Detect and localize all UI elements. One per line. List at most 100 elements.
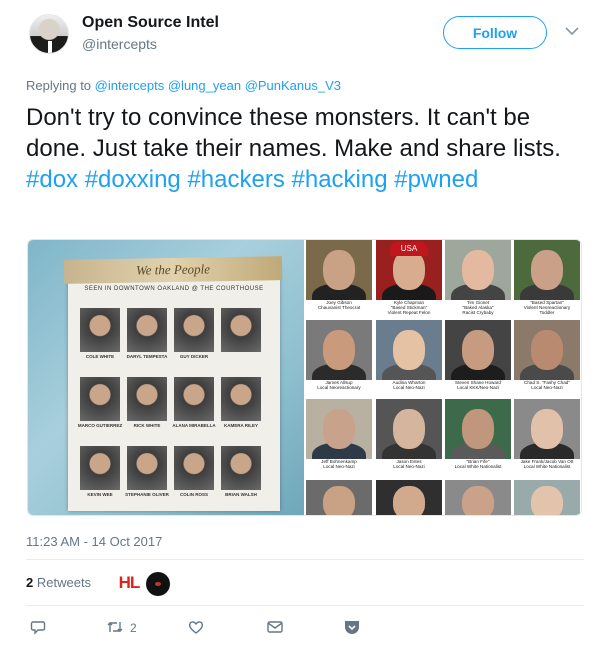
chevron-down-icon[interactable]	[563, 22, 581, 40]
mugshot-caption: Kyle Chapman "Based Stickman" Violent Repe…	[376, 300, 442, 316]
mugshot-cell: Audina Wharton Local Neo-Nazi	[376, 320, 442, 394]
poster-mugshot	[221, 308, 261, 352]
retweet-icon	[106, 619, 124, 638]
poster-banner: We the People	[63, 256, 283, 284]
mugshot-caption: Audina Wharton Local Neo-Nazi	[376, 380, 442, 394]
retweeter-avatar[interactable]	[146, 572, 170, 596]
poster-mugshot	[221, 446, 261, 490]
mugshot-cell: "Based Spartan" Violent Neoreactionary Tod…	[514, 240, 580, 316]
poster-mugshot	[80, 377, 120, 421]
poster-mugshot-label: GUY DICKER	[179, 354, 209, 359]
poster-mugshot	[80, 446, 120, 490]
face	[531, 250, 563, 290]
face	[462, 486, 494, 515]
poster-mugshot	[174, 377, 214, 421]
mention-link[interactable]: @PunKanus_V3	[245, 78, 341, 93]
mugshot-photo	[376, 320, 442, 380]
reply-prefix: Replying to	[26, 78, 92, 93]
mugshot-photo	[514, 240, 580, 300]
author-avatar[interactable]	[29, 14, 69, 54]
timestamp[interactable]: 11:23 AM - 14 Oct 2017	[26, 534, 162, 549]
mugshot-caption: Steven Shane Howard Local KKK/Neo-Nazi	[445, 380, 511, 394]
caption-line: Local Neoreactionary	[317, 385, 361, 391]
mugshot-caption: "Brian Fife" Local White Nationalist	[445, 459, 511, 473]
mugshot-caption: Jason Estes Local Neo-Nazi	[376, 459, 442, 473]
retweeter-avatar[interactable]: HL	[117, 571, 141, 595]
face	[462, 330, 494, 370]
face	[393, 409, 425, 449]
face	[462, 409, 494, 449]
envelope-icon	[266, 619, 284, 638]
mugshot-photo	[306, 240, 372, 300]
mugshot-caption: Jake Frank/Jacob Van Ott Local White Nati…	[514, 459, 580, 473]
caption-line: Local White Nationalist	[454, 464, 502, 470]
tweet-body: Don't try to convince these monsters. It…	[26, 104, 561, 162]
mugshot-cell: Jake Frank/Jacob Van Ott Local White Nati…	[514, 399, 580, 473]
poster-mugshot-label: KAMERA RILEY	[223, 423, 259, 428]
mugshot-caption: Joey Gibson Chauvanist Theocrat	[306, 300, 372, 314]
mugshot-photo	[445, 240, 511, 300]
divider	[26, 605, 584, 606]
save-button[interactable]	[343, 618, 361, 638]
face	[323, 250, 355, 290]
mugshot-caption: Tim Gionet "Baked Alaska" Racist Crybaby	[445, 300, 511, 316]
follow-button[interactable]: Follow	[443, 16, 547, 49]
retweet-count: 2	[26, 575, 34, 590]
mugshot-photo-partial	[445, 480, 511, 515]
like-button[interactable]	[188, 618, 204, 638]
poster-mugshot	[127, 446, 167, 490]
mugshot-photo-partial	[306, 480, 372, 515]
usa-hat: USA	[390, 242, 428, 256]
reply-button[interactable]	[30, 618, 46, 638]
caption-line: Local Neo-Nazi	[393, 385, 425, 391]
caption-line: Local Neo-Nazi	[393, 464, 425, 470]
retweet-stats[interactable]: 2 Retweets	[26, 575, 91, 590]
mugshot-caption: Chad S. "Fashy Chad" Local Neo-Nazi	[514, 380, 580, 394]
caption-line: Local Neo-Nazi	[531, 385, 563, 391]
face	[323, 486, 355, 515]
retweet-label: Retweets	[36, 575, 92, 590]
author-name[interactable]: Open Source Intel	[82, 14, 219, 32]
poster-mugshot-label: KEVIN WEE	[87, 492, 113, 497]
face	[393, 330, 425, 370]
mugshot-cell: James Allsup Local Neoreactionary	[306, 320, 372, 394]
face	[393, 250, 425, 290]
poster-mugshot-label: MARCO GUTIERREZ	[77, 423, 123, 428]
mugshot-cell: Chad S. "Fashy Chad" Local Neo-Nazi	[514, 320, 580, 394]
caption-line: Toddler	[539, 310, 555, 316]
poster-mugshot-label: STEPHANIE OLIVER	[125, 492, 169, 497]
poster-mugshot-label: COLIN ROSS	[179, 492, 208, 497]
mugshot-grid[interactable]: Joey Gibson Chauvanist Theocrat USA Kyle Ch…	[306, 240, 581, 515]
mugshot-caption: "Based Spartan" Violent Neoreactionary Tod…	[514, 300, 580, 316]
message-button[interactable]	[266, 618, 284, 638]
author-handle[interactable]: @intercepts	[82, 36, 157, 52]
media-attachment[interactable]: We the People SEEN IN DOWNTOWN OAKLAND @…	[27, 239, 582, 516]
hashtag-links[interactable]: #dox #doxxing #hackers #hacking #pwned	[26, 164, 586, 195]
caption-line: Racist Crybaby	[462, 310, 494, 316]
mugshot-cell: "Brian Fife" Local White Nationalist	[445, 399, 511, 473]
poster-photo[interactable]: We the People SEEN IN DOWNTOWN OAKLAND @…	[28, 240, 304, 515]
mugshot-photo	[514, 399, 580, 459]
caption-line: Violent Repeat Felon	[387, 310, 431, 316]
poster-mugshot	[80, 308, 120, 352]
mugshot-photo	[306, 399, 372, 459]
face	[531, 486, 563, 515]
mention-link[interactable]: @lung_yean	[168, 78, 241, 93]
poster-mugshot-label: DARYL TEMPESTA	[126, 354, 168, 359]
poster-mugshot	[174, 446, 214, 490]
mugshot-caption: Jeff Bohnenkamp Local Neo-Nazi	[306, 459, 372, 473]
mugshot-cell: USA Kyle Chapman "Based Stickman" Violent R…	[376, 240, 442, 316]
poster-mugshot-label: COLE WHITE	[85, 354, 115, 359]
mugshot-photo	[376, 399, 442, 459]
divider	[26, 559, 584, 560]
caption-line: Local KKK/Neo-Nazi	[457, 385, 499, 391]
caption-line: Local Neo-Nazi	[323, 464, 355, 470]
face	[393, 486, 425, 515]
reply-context: Replying to @intercepts @lung_yean @PunK…	[26, 78, 341, 93]
tweet-text: Don't try to convince these monsters. It…	[26, 102, 586, 195]
mention-link[interactable]: @intercepts	[95, 78, 165, 93]
mugshot-photo-partial	[376, 480, 442, 515]
face	[323, 330, 355, 370]
retweet-button[interactable]: 2	[106, 618, 137, 638]
face	[462, 250, 494, 290]
